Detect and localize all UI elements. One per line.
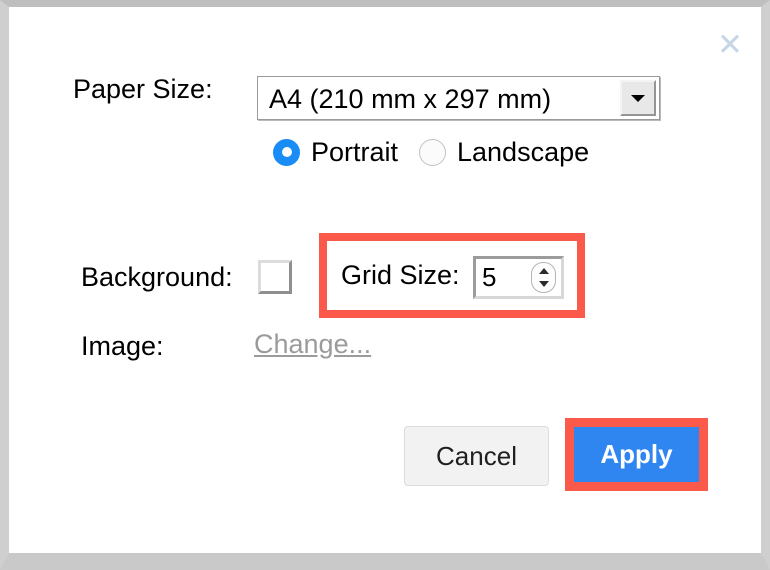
radio-landscape-label: Landscape <box>457 137 589 167</box>
grid-size-stepper-buttons[interactable] <box>531 262 556 293</box>
radio-unselected-icon <box>419 139 446 166</box>
apply-button[interactable]: Apply <box>574 427 699 482</box>
grid-size-input[interactable]: 5 <box>482 261 496 294</box>
image-label: Image: <box>81 330 164 362</box>
chevron-up-icon[interactable] <box>539 268 549 274</box>
chevron-down-icon[interactable] <box>539 281 549 287</box>
paper-size-selected-value: A4 (210 mm x 297 mm) <box>269 81 551 117</box>
image-change-link[interactable]: Change... <box>254 327 371 361</box>
paper-size-select[interactable]: A4 (210 mm x 297 mm) <box>257 76 660 120</box>
radio-orientation-portrait[interactable]: Portrait <box>273 137 398 167</box>
radio-selected-icon <box>273 139 300 166</box>
close-icon[interactable]: ✕ <box>712 27 748 63</box>
grid-size-label: Grid Size: <box>341 259 460 291</box>
radio-portrait-label: Portrait <box>311 137 398 167</box>
cancel-button[interactable]: Cancel <box>404 426 549 486</box>
chevron-down-icon <box>631 95 645 102</box>
paper-size-dropdown-button[interactable] <box>620 80 656 116</box>
grid-size-spinner[interactable]: 5 <box>473 256 564 299</box>
paper-size-label: Paper Size: <box>73 73 213 105</box>
background-label: Background: <box>81 261 233 293</box>
background-checkbox[interactable] <box>258 260 292 294</box>
settings-dialog-window: ✕ Paper Size: A4 (210 mm x 297 mm) Portr… <box>0 0 770 570</box>
radio-orientation-landscape[interactable]: Landscape <box>419 137 589 167</box>
dialog-body: ✕ Paper Size: A4 (210 mm x 297 mm) Portr… <box>9 7 761 553</box>
